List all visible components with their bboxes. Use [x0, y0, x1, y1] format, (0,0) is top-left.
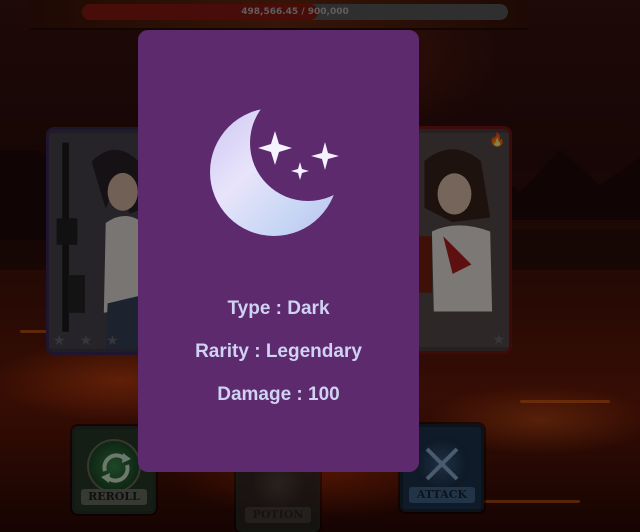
element-damage-text: Damage : 100	[217, 384, 340, 405]
crescent-moon-stars-icon	[204, 95, 354, 245]
element-type-text: Type : Dark	[227, 298, 330, 319]
element-info-card: Type : Dark Rarity : Legendary Damage : …	[138, 30, 419, 472]
element-rarity-text: Rarity : Legendary	[195, 341, 362, 362]
